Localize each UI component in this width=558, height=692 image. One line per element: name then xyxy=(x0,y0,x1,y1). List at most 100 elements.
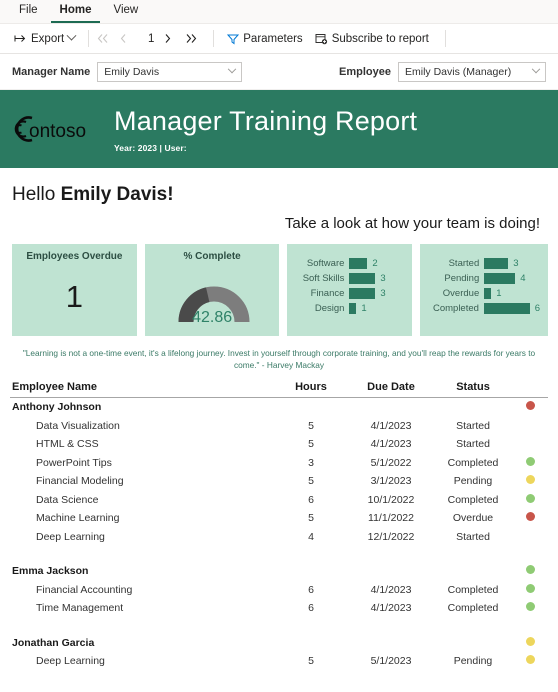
chevron-down-icon[interactable] xyxy=(66,30,77,41)
cell-due-date: 10/1/2022 xyxy=(367,493,415,506)
table-row[interactable]: Deep Learning 4 12/1/2022 Started xyxy=(10,528,548,547)
cell-course-name: Financial Modeling xyxy=(36,475,124,488)
column-header-hours: Hours xyxy=(295,381,327,393)
status-label: Completed xyxy=(432,302,479,314)
parameters-button[interactable]: Parameters xyxy=(221,30,308,48)
status-label: Overdue xyxy=(442,287,480,299)
cell-due-date: 5/1/2023 xyxy=(370,655,412,668)
category-bar-row: Finance 3 xyxy=(293,287,404,299)
cell-hours: 5 xyxy=(308,475,314,488)
table-group-row[interactable]: Anthony Johnson xyxy=(10,398,548,417)
column-header-due-date: Due Date xyxy=(367,381,415,393)
status-breakdown-card[interactable]: Started 3 Pending 4 Overdue 1 Completed … xyxy=(420,244,548,336)
cell-status-indicator xyxy=(512,655,548,667)
status-value: 4 xyxy=(520,272,526,284)
page-number-input[interactable]: 1 xyxy=(140,33,162,45)
cell-due-date: 4/1/2023 xyxy=(370,602,412,615)
category-bar-row: Soft Skills 3 xyxy=(293,272,404,284)
status-bar-row: Started 3 xyxy=(426,257,540,269)
manager-name-label: Manager Name xyxy=(12,65,91,78)
cell-course-name: Data Visualization xyxy=(36,419,120,432)
table-body: Anthony Johnson Data Visualization 5 4/1/20… xyxy=(10,398,548,671)
export-icon xyxy=(14,33,27,44)
status-indicator-dot xyxy=(525,583,535,593)
cell-hours: 5 xyxy=(308,655,314,668)
category-value: 1 xyxy=(361,302,367,314)
status-indicator-dot xyxy=(525,456,535,466)
cell-course-name: Deep Learning xyxy=(36,655,105,668)
employee-value: Emily Davis (Manager) xyxy=(405,65,512,78)
cell-due-date: 4/1/2023 xyxy=(370,583,412,596)
percent-complete-card[interactable]: % Complete 42.86 xyxy=(144,244,280,336)
table-group-row[interactable]: Emma Jackson xyxy=(10,562,548,581)
cell-employee-name: Jonathan Garcia xyxy=(12,636,95,649)
status-bar-row: Overdue 1 xyxy=(426,287,540,299)
chevron-down-icon xyxy=(531,64,541,73)
cell-course-name: PowerPoint Tips xyxy=(36,456,112,469)
contoso-logo: ontoso xyxy=(8,112,104,146)
employee-parameter-group: Employee Emily Davis (Manager) xyxy=(339,61,546,82)
cell-hours: 3 xyxy=(308,456,314,469)
table-row[interactable]: Time Management 6 4/1/2023 Completed xyxy=(10,599,548,618)
category-bar-list: Software 2 Soft Skills 3 Finance 3 Desig… xyxy=(287,244,412,314)
table-row[interactable]: Deep Learning 5 5/1/2023 Pending xyxy=(10,652,548,671)
kpi-card-row: Employees Overdue 1 % Complete 42.86 Sof… xyxy=(0,232,558,336)
banner-text-block: Manager Training Report Year: 2023 | Use… xyxy=(104,106,417,153)
table-row[interactable]: Data Visualization 5 4/1/2023 Started xyxy=(10,417,548,436)
status-indicator-dot xyxy=(525,636,535,646)
cell-hours: 6 xyxy=(308,602,314,615)
contoso-logo-text: ontoso xyxy=(29,121,86,142)
cell-status: Started xyxy=(456,530,490,543)
status-bar xyxy=(484,272,516,284)
page-title: Manager Training Report xyxy=(114,105,418,136)
ribbon-tab-view[interactable]: View xyxy=(104,1,147,23)
first-page-button[interactable] xyxy=(96,33,118,44)
export-button[interactable]: Export xyxy=(8,30,81,48)
cell-due-date: 5/1/2022 xyxy=(370,456,412,469)
cell-status: Overdue xyxy=(452,512,494,525)
status-bar-row: Pending 4 xyxy=(426,272,540,284)
table-row[interactable]: HTML & CSS 5 4/1/2023 Started xyxy=(10,435,548,454)
previous-page-button[interactable] xyxy=(118,33,140,44)
ribbon-tab-file[interactable]: File xyxy=(10,1,47,23)
percent-complete-title: % Complete xyxy=(183,251,241,262)
employees-overdue-value: 1 xyxy=(65,279,84,314)
cell-status-indicator xyxy=(512,493,548,506)
table-row[interactable]: Financial Accounting 6 4/1/2023 Completed xyxy=(10,581,548,600)
subscribe-icon xyxy=(315,33,328,45)
category-value: 3 xyxy=(380,272,386,284)
cell-status: Completed xyxy=(447,493,499,506)
employees-overdue-card[interactable]: Employees Overdue 1 xyxy=(12,244,137,336)
subscribe-label: Subscribe to report xyxy=(331,32,429,45)
subscribe-button[interactable]: Subscribe to report xyxy=(309,30,435,48)
status-label: Started xyxy=(448,257,480,269)
contoso-logo-icon: ontoso xyxy=(14,116,86,142)
toolbar-divider-2 xyxy=(213,30,215,47)
cell-employee-name: Anthony Johnson xyxy=(12,401,102,414)
table-group-row[interactable]: Jonathan Garcia xyxy=(10,634,548,653)
cell-status: Completed xyxy=(447,456,499,469)
status-value: 6 xyxy=(534,302,540,314)
status-indicator-dot xyxy=(525,493,535,503)
ribbon-tab-home[interactable]: Home xyxy=(50,1,101,23)
cell-employee-name: Emma Jackson xyxy=(12,565,89,578)
status-indicator-dot xyxy=(525,655,535,665)
table-row[interactable]: PowerPoint Tips 3 5/1/2022 Completed xyxy=(10,454,548,473)
table-row[interactable]: Data Science 6 10/1/2022 Completed xyxy=(10,491,548,510)
table-header-row: Employee Name Hours Due Date Status xyxy=(10,381,548,398)
cell-status-indicator xyxy=(512,456,548,469)
parameters-label: Parameters xyxy=(243,32,303,45)
table-row[interactable]: Financial Modeling 5 3/1/2023 Pending xyxy=(10,472,548,491)
status-bar-list: Started 3 Pending 4 Overdue 1 Completed … xyxy=(420,244,548,314)
cell-course-name: Time Management xyxy=(36,602,124,615)
category-breakdown-card[interactable]: Software 2 Soft Skills 3 Finance 3 Desig… xyxy=(287,244,413,336)
next-page-button[interactable] xyxy=(162,33,184,44)
status-indicator-dot xyxy=(525,475,535,485)
category-bar-row: Software 2 xyxy=(293,257,404,269)
greeting-line: Hello Emily Davis! xyxy=(0,168,558,206)
manager-name-dropdown[interactable]: Emily Davis xyxy=(97,61,243,82)
table-row[interactable]: Machine Learning 5 11/1/2022 Overdue xyxy=(10,509,548,528)
category-bar xyxy=(349,302,357,314)
last-page-button[interactable] xyxy=(184,33,206,44)
employee-dropdown[interactable]: Emily Davis (Manager) xyxy=(398,61,546,82)
